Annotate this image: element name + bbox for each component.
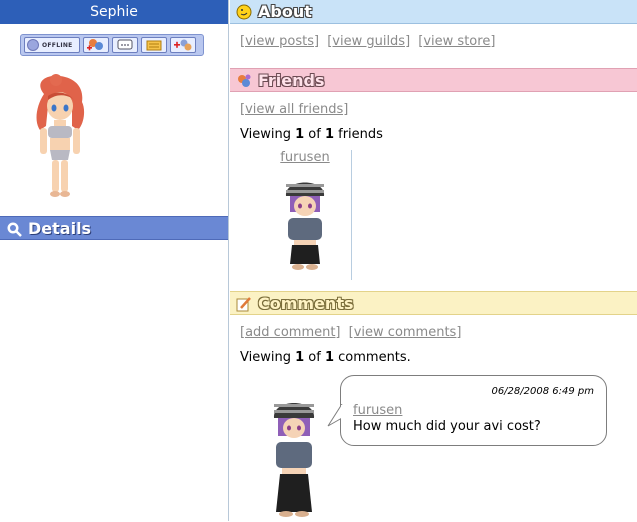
- message-icon: [146, 40, 162, 51]
- viewing-current: 1: [295, 127, 305, 142]
- add-friend-button[interactable]: [83, 37, 109, 53]
- commenter-avatar-image: [273, 403, 315, 517]
- chat-icon: [117, 39, 133, 50]
- viewing-total: 1: [324, 127, 334, 142]
- friends-count: Viewing 1 of 1 friends: [240, 127, 383, 142]
- profile-username: Sephie: [0, 0, 228, 24]
- friend-name-link[interactable]: furusen: [270, 150, 340, 165]
- view-guilds-link[interactable]: [view guilds]: [327, 34, 410, 49]
- avatar-image: [36, 74, 85, 197]
- comment-date: 06/28/2008 6:49 pm: [491, 386, 594, 397]
- pencil-note-icon: [236, 297, 251, 312]
- profile-avatar: [26, 72, 96, 200]
- status-label: OFFLINE: [42, 41, 73, 49]
- details-section-header[interactable]: Details: [0, 216, 228, 240]
- bubble-tail: [327, 404, 343, 427]
- message-button[interactable]: [141, 37, 167, 53]
- comment-author-link[interactable]: furusen: [353, 403, 402, 418]
- friend-avatar-image: [285, 182, 325, 270]
- profile-main: About [view posts] [view guilds] [view s…: [230, 0, 637, 521]
- profile-sidebar: Sephie OFFLINE Details: [0, 0, 229, 521]
- friends-title: Friends: [258, 71, 325, 90]
- magnifier-icon: [7, 222, 22, 237]
- about-section-header: About: [230, 0, 637, 24]
- friends-icon: [238, 74, 251, 87]
- view-all-friends-link[interactable]: [view all friends]: [240, 102, 348, 117]
- viewing-of: of: [308, 127, 321, 142]
- comments-title: Comments: [258, 294, 354, 313]
- viewing-suffix: friends: [338, 127, 383, 142]
- comment-bubble: 06/28/2008 6:49 pm furusen How much did …: [327, 375, 607, 446]
- view-posts-link[interactable]: [view posts]: [240, 34, 319, 49]
- smiley-icon: [236, 4, 252, 20]
- friends-links: [view all friends]: [240, 102, 352, 117]
- commenter-avatar[interactable]: [264, 394, 324, 519]
- viewing-of: of: [308, 350, 321, 365]
- viewing-prefix: Viewing: [240, 350, 291, 365]
- details-title: Details: [28, 219, 92, 238]
- about-title: About: [258, 2, 312, 21]
- comments-links: [add comment] [view comments]: [240, 325, 465, 340]
- about-links: [view posts] [view guilds] [view store]: [240, 34, 499, 49]
- trade-icon: [174, 39, 192, 51]
- friend-avatar[interactable]: [270, 172, 340, 272]
- friends-section-header: Friends: [230, 68, 637, 92]
- viewing-prefix: Viewing: [240, 127, 291, 142]
- friend-card[interactable]: furusen: [260, 150, 352, 280]
- add-friend-icon: [87, 39, 103, 51]
- status-toolbar: OFFLINE: [20, 34, 204, 56]
- status-face-icon: [27, 39, 39, 51]
- add-comment-link[interactable]: [add comment]: [240, 325, 341, 340]
- view-store-link[interactable]: [view store]: [418, 34, 495, 49]
- chat-button[interactable]: [112, 37, 138, 53]
- viewing-total: 1: [324, 350, 334, 365]
- trade-button[interactable]: [170, 37, 196, 53]
- comments-section-header: Comments: [230, 291, 637, 315]
- viewing-current: 1: [295, 350, 305, 365]
- comments-count: Viewing 1 of 1 comments.: [240, 350, 411, 365]
- viewing-suffix: comments.: [338, 350, 411, 365]
- online-status-indicator: OFFLINE: [24, 37, 80, 53]
- comment-text: How much did your avi cost?: [353, 419, 541, 434]
- view-comments-link[interactable]: [view comments]: [349, 325, 462, 340]
